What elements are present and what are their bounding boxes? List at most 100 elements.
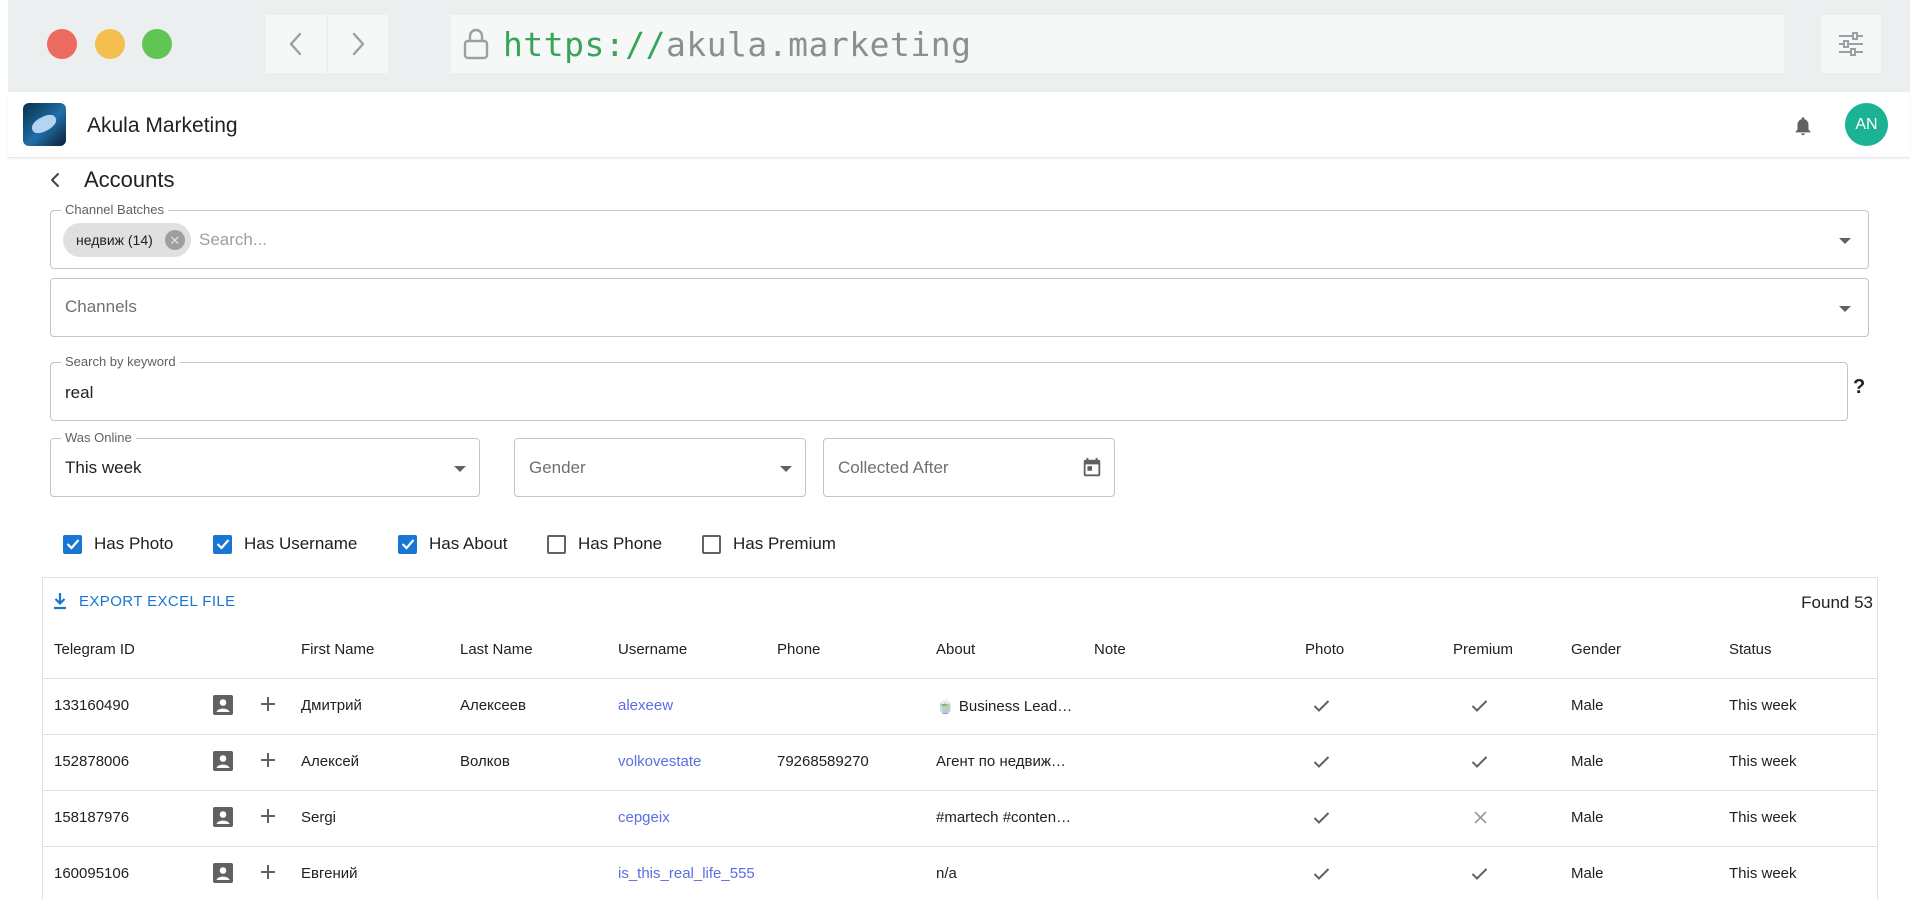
- results-count: Found 53: [1801, 593, 1873, 612]
- page-title: Accounts: [84, 167, 175, 192]
- channel-batch-chip-label: недвиж (14): [76, 232, 153, 248]
- maximize-window-dot[interactable]: [142, 29, 172, 59]
- telegram-id-cell: 133160490: [54, 697, 130, 714]
- column-header-first-name[interactable]: First Name: [301, 641, 374, 658]
- table-row[interactable]: 158187976 Sergi cepgeix #martech #conten…: [43, 791, 1877, 846]
- premium-check-icon: [1471, 867, 1488, 886]
- app-logo[interactable]: [23, 103, 66, 146]
- has-about-label: Has About: [429, 534, 508, 553]
- checkbox-checked-icon: [63, 534, 82, 554]
- last-name-cell: Волков: [460, 753, 510, 770]
- gender-cell: Male: [1571, 753, 1604, 770]
- has-phone-label: Has Phone: [578, 534, 663, 553]
- gender-select[interactable]: Gender: [514, 438, 806, 497]
- gender-cell: Male: [1571, 809, 1604, 826]
- collected-after-date-field[interactable]: Collected After: [823, 438, 1115, 497]
- column-header-status[interactable]: Status: [1729, 641, 1772, 658]
- contact-card-icon[interactable]: [213, 751, 233, 776]
- chevron-right-icon: [352, 32, 365, 56]
- column-header-username[interactable]: Username: [618, 641, 687, 658]
- checkbox-unchecked-icon: [702, 534, 721, 554]
- keyword-search-field[interactable]: Search by keyword real: [50, 355, 1848, 421]
- telegram-id-cell: 158187976: [54, 809, 130, 826]
- first-name-cell: Дмитрий: [301, 697, 362, 714]
- has-phone-checkbox[interactable]: Has Phone: [547, 534, 662, 554]
- column-header-about[interactable]: About: [936, 641, 975, 658]
- checkbox-checked-icon: [213, 534, 232, 554]
- table-row[interactable]: 133160490 Дмитрий Алексеев alexeew 🍵 Bus…: [43, 679, 1877, 734]
- channel-batches-select[interactable]: Channel Batches недвиж (14) ✕ Search...: [50, 203, 1869, 269]
- page-back-chevron-icon[interactable]: [48, 172, 62, 193]
- download-icon: [54, 593, 66, 610]
- user-avatar[interactable]: AN: [1845, 103, 1888, 146]
- address-bar[interactable]: https://akula.marketing: [451, 15, 1784, 73]
- has-username-checkbox[interactable]: Has Username: [213, 534, 357, 554]
- username-link[interactable]: alexeew: [618, 697, 673, 714]
- channel-batches-search-input[interactable]: Search...: [199, 230, 267, 250]
- has-premium-checkbox[interactable]: Has Premium: [702, 534, 836, 554]
- table-row[interactable]: 160095106 Евгений is_this_real_life_555 …: [43, 847, 1877, 900]
- contact-card-icon[interactable]: [213, 695, 233, 720]
- add-icon[interactable]: [259, 695, 277, 718]
- browser-back-button[interactable]: [266, 15, 326, 73]
- keyword-search-label: Search by keyword: [61, 355, 180, 369]
- status-cell: This week: [1729, 809, 1797, 826]
- channels-dropdown-icon[interactable]: [1839, 306, 1851, 312]
- username-link[interactable]: volkovestate: [618, 753, 701, 770]
- contact-card-icon[interactable]: [213, 863, 233, 888]
- table-row[interactable]: 152878006 Алексей Волков volkovestate 79…: [43, 735, 1877, 790]
- has-about-checkbox[interactable]: Has About: [398, 534, 507, 554]
- premium-cross-icon: [1473, 810, 1488, 830]
- keyword-search-input[interactable]: real: [65, 383, 93, 403]
- browser-forward-button[interactable]: [328, 15, 388, 73]
- was-online-select[interactable]: Was Online This week: [50, 431, 480, 497]
- last-name-cell: Алексеев: [460, 697, 526, 714]
- has-premium-label: Has Premium: [733, 534, 836, 553]
- export-excel-button[interactable]: EXPORT EXCEL FILE: [53, 592, 236, 610]
- was-online-label: Was Online: [61, 431, 136, 445]
- calendar-icon[interactable]: [1081, 456, 1103, 485]
- column-header-note[interactable]: Note: [1094, 641, 1126, 658]
- column-header-photo[interactable]: Photo: [1305, 641, 1344, 658]
- column-header-telegram-id[interactable]: Telegram ID: [54, 641, 135, 658]
- channels-select[interactable]: Channels: [50, 278, 1869, 337]
- export-excel-label: EXPORT EXCEL FILE: [79, 592, 236, 610]
- status-cell: This week: [1729, 865, 1797, 882]
- username-link[interactable]: is_this_real_life_555: [618, 865, 755, 882]
- minimize-window-dot[interactable]: [95, 29, 125, 59]
- channel-batch-chip: недвиж (14) ✕: [63, 223, 191, 257]
- premium-check-icon: [1471, 699, 1488, 718]
- close-window-dot[interactable]: [47, 29, 77, 59]
- has-photo-checkbox[interactable]: Has Photo: [63, 534, 173, 554]
- column-header-phone[interactable]: Phone: [777, 641, 820, 658]
- phone-cell: 79268589270: [777, 753, 869, 770]
- notifications-bell-icon[interactable]: [1792, 114, 1814, 143]
- column-header-premium[interactable]: Premium: [1453, 641, 1513, 658]
- keyword-help-icon[interactable]: ?: [1853, 376, 1865, 399]
- url-protocol: https://: [503, 24, 666, 64]
- add-icon[interactable]: [259, 863, 277, 886]
- status-cell: This week: [1729, 753, 1797, 770]
- add-icon[interactable]: [259, 751, 277, 774]
- channel-batches-dropdown-icon[interactable]: [1839, 238, 1851, 244]
- column-header-last-name[interactable]: Last Name: [460, 641, 533, 658]
- status-cell: This week: [1729, 697, 1797, 714]
- telegram-id-cell: 152878006: [54, 753, 130, 770]
- app-bar: Akula Marketing AN: [8, 92, 1910, 158]
- column-header-gender[interactable]: Gender: [1571, 641, 1621, 658]
- add-icon[interactable]: [259, 807, 277, 830]
- gender-dropdown-icon[interactable]: [780, 466, 792, 472]
- has-username-label: Has Username: [244, 534, 358, 553]
- chip-remove-icon[interactable]: ✕: [164, 230, 185, 250]
- gender-cell: Male: [1571, 697, 1604, 714]
- gender-placeholder: Gender: [529, 458, 586, 477]
- lock-icon: [463, 28, 489, 60]
- telegram-id-cell: 160095106: [54, 865, 130, 882]
- about-cell: n/a: [936, 865, 957, 882]
- contact-card-icon[interactable]: [213, 807, 233, 832]
- accounts-table: EXPORT EXCEL FILE Found 53 Telegram ID F…: [42, 577, 1878, 900]
- browser-settings-button[interactable]: [1821, 15, 1881, 73]
- was-online-dropdown-icon[interactable]: [454, 466, 466, 472]
- first-name-cell: Sergi: [301, 809, 337, 826]
- username-link[interactable]: cepgeix: [618, 809, 670, 826]
